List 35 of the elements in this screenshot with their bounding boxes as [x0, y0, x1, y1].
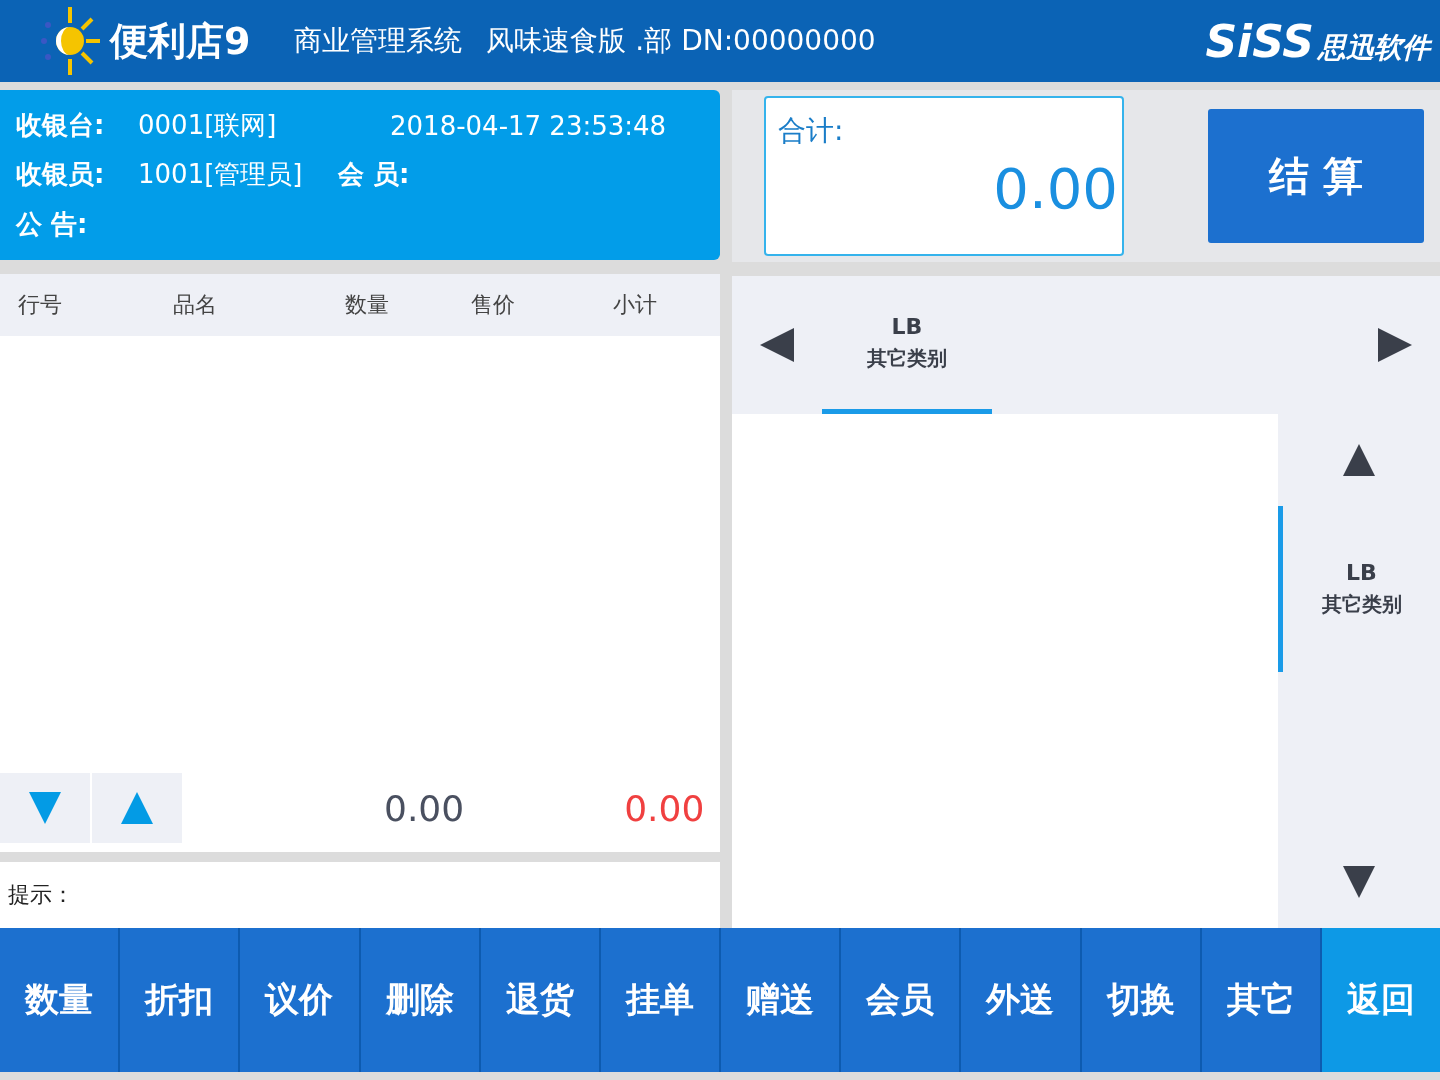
toolbar-button[interactable]: 议价: [240, 928, 359, 1072]
hint-label: 提示：: [8, 881, 74, 909]
notice-label: 公 告:: [16, 207, 89, 241]
brand-logo: SiSS: [1205, 15, 1314, 67]
quantity-total: 0.00: [384, 787, 465, 829]
column-header: 品名: [173, 291, 218, 319]
cashier-label: 收银员:: [16, 158, 106, 192]
app-name: 便利店9: [110, 17, 251, 65]
edition-label: 风味速食版 .部 DN:00000000: [486, 23, 876, 59]
settle-button[interactable]: 结 算: [1208, 109, 1424, 243]
system-name: 商业管理系统: [294, 23, 463, 59]
toolbar-button[interactable]: 会员: [841, 928, 960, 1072]
toolbar-button[interactable]: 数量: [0, 928, 119, 1072]
datetime-text: 2018-04-17 23:53:48: [390, 110, 667, 141]
amount-total: 0.00: [624, 787, 705, 829]
toolbar-button[interactable]: 挂单: [600, 928, 720, 1072]
column-header: 数量: [345, 291, 390, 319]
toolbar-button[interactable]: 切换: [1081, 928, 1200, 1072]
column-header: 售价: [471, 291, 516, 319]
register-label: 收银台:: [16, 109, 106, 143]
column-header: 小计: [613, 291, 658, 319]
column-header: 行号: [18, 291, 63, 319]
cashier-value: 1001[管理员]: [138, 158, 304, 192]
subcategory-item[interactable]: LB 其它类别: [1278, 506, 1440, 672]
total-label: 合计:: [778, 113, 845, 149]
toolbar-button[interactable]: 折扣: [120, 928, 239, 1072]
total-amount: 0.00: [992, 156, 1118, 221]
toolbar-button[interactable]: 其它: [1201, 928, 1320, 1072]
toolbar-button[interactable]: 赠送: [721, 928, 840, 1072]
toolbar-button[interactable]: 退货: [480, 928, 599, 1072]
toolbar-button[interactable]: 删除: [360, 928, 479, 1072]
toolbar-button[interactable]: 返回: [1321, 928, 1440, 1072]
member-label: 会 员:: [338, 158, 411, 192]
register-value: 0001[联网]: [138, 109, 278, 143]
toolbar-button[interactable]: 外送: [961, 928, 1080, 1072]
